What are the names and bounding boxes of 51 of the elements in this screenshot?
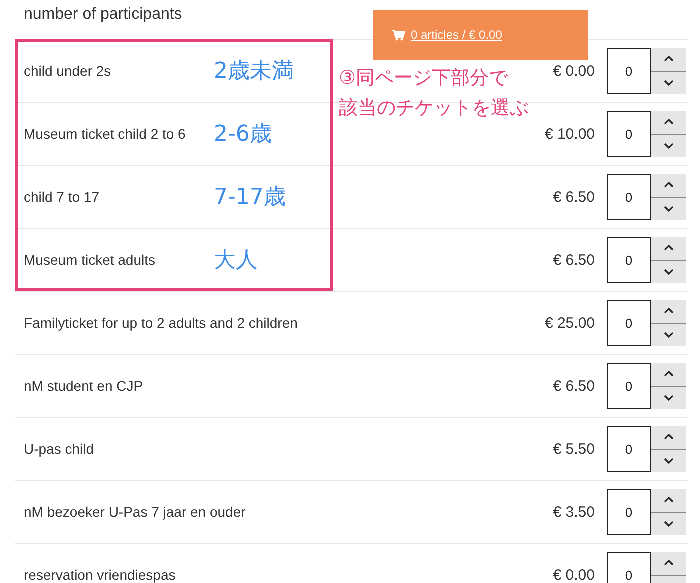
annotation-note: 7-17歳 (214, 185, 286, 210)
quantity-field[interactable]: 0 (607, 300, 651, 346)
cart-icon (392, 30, 405, 40)
annotation-note: 2-6歳 (214, 122, 272, 147)
chevron-down-icon (664, 520, 674, 527)
ticket-price: € 6.50 (553, 378, 595, 394)
chevron-down-icon (664, 142, 674, 149)
chevron-up-icon (664, 371, 674, 378)
ticket-name: nM bezoeker U-Pas 7 jaar en ouder (24, 504, 246, 520)
quantity-field[interactable]: 0 (607, 174, 651, 220)
quantity-field[interactable]: 0 (607, 426, 651, 472)
ticket-price: € 6.50 (553, 188, 595, 206)
chevron-up-icon (664, 497, 674, 504)
ticket-price: € 25.00 (544, 314, 595, 332)
ticket-price: € 10.00 (544, 126, 595, 142)
ticket-name: Museum ticket child 2 to 6 (24, 126, 187, 142)
chevron-up-icon (664, 182, 674, 188)
section-heading: number of participants (24, 6, 182, 25)
quantity-field[interactable]: 0 (607, 48, 651, 94)
chevron-down-icon (664, 394, 674, 401)
quantity-field[interactable]: 0 (607, 363, 651, 409)
chevron-down-icon (664, 206, 674, 212)
chevron-down-icon (664, 80, 674, 86)
quantity-field[interactable]: 0 (607, 552, 651, 583)
chevron-down-icon (664, 458, 674, 464)
annotation-note: 大人 (214, 248, 258, 273)
ticket-name: Museum ticket adults (24, 252, 156, 268)
ticket-name: Familyticket for up to 2 adults and 2 children (24, 315, 298, 331)
ticket-name: child under 2s (24, 63, 112, 79)
chevron-down-icon (664, 268, 674, 275)
quantity-field[interactable]: 0 (607, 489, 651, 535)
annotation-note: 2歳未満 (214, 59, 294, 84)
quantity-field[interactable]: 0 (607, 237, 651, 283)
chevron-up-icon (664, 245, 674, 252)
chevron-up-icon (664, 560, 674, 566)
ticket-price: € 3.50 (553, 504, 595, 520)
annotation-text: ③同ページ下部分で 該当のチケットを選ぶ (339, 66, 529, 121)
chevron-up-icon (664, 119, 674, 126)
quantity-field[interactable]: 0 (607, 111, 651, 157)
ticket-name: child 7 to 17 (24, 189, 100, 205)
chevron-up-icon (664, 56, 674, 62)
ticket-name: nM student en CJP (24, 378, 144, 394)
chevron-up-icon (664, 308, 674, 314)
chevron-up-icon (664, 434, 674, 440)
ticket-price: € 6.50 (553, 252, 595, 268)
ticket-price: € 5.50 (553, 440, 595, 458)
ticket-price: € 0.00 (553, 62, 595, 80)
chevron-down-icon (664, 332, 674, 338)
ticket-price: € 0.00 (553, 566, 595, 583)
ticket-name: U-pas child (24, 441, 96, 457)
ticket-name: reservation vriendiespas (24, 567, 177, 583)
